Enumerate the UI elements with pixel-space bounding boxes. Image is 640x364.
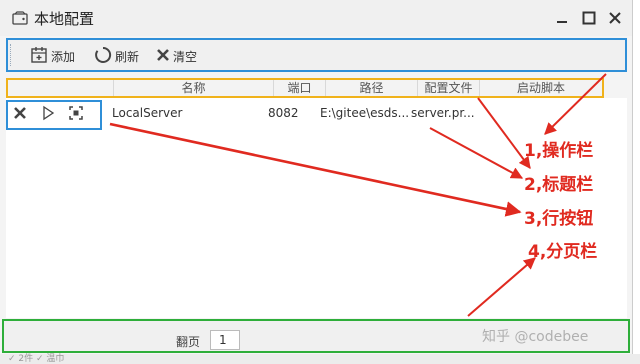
bottom-strip: [0, 354, 640, 364]
refresh-icon: [94, 46, 112, 67]
toolbar-grip[interactable]: [10, 44, 13, 66]
refresh-button[interactable]: 刷新: [94, 46, 139, 66]
annotation-header: 2,标题栏: [524, 175, 594, 195]
cell-path: E:\gitee\esds...: [320, 106, 410, 120]
toolbar: 添加 刷新 清空: [6, 38, 627, 72]
watermark: 知乎 @codebee: [482, 329, 589, 345]
row-buttons: [6, 100, 102, 130]
header-actions-spacer: [8, 80, 114, 96]
cell-name: LocalServer: [112, 106, 183, 120]
close-icon[interactable]: [606, 9, 624, 27]
header-path[interactable]: 路径: [326, 80, 418, 96]
refresh-label: 刷新: [115, 49, 140, 64]
cell-port: 8082: [268, 106, 299, 120]
delete-icon[interactable]: [12, 105, 28, 121]
page-input[interactable]: 1: [210, 330, 240, 350]
minimize-icon[interactable]: [553, 9, 571, 27]
window-icon: [12, 11, 28, 28]
annotation-toolbar: 1,操作栏: [524, 141, 594, 161]
clear-button[interactable]: 清空: [156, 46, 197, 66]
maximize-icon[interactable]: [580, 9, 598, 27]
header-port[interactable]: 端口: [274, 80, 326, 96]
play-icon[interactable]: [40, 105, 56, 121]
cell-config: server.pr...: [411, 106, 475, 120]
pager-label: 翻页: [176, 335, 201, 349]
annotation-row-buttons: 3,行按钮: [524, 209, 594, 229]
title-bar: 本地配置: [0, 0, 632, 36]
table-header: 名称 端口 路径 配置文件 启动脚本: [6, 78, 604, 98]
add-label: 添加: [51, 49, 76, 64]
header-name[interactable]: 名称: [114, 80, 274, 96]
clear-label: 清空: [173, 49, 198, 64]
header-start-script[interactable]: 启动脚本: [480, 80, 602, 96]
annotation-pager: 4,分页栏: [528, 242, 598, 262]
header-config[interactable]: 配置文件: [418, 80, 480, 96]
bottom-strip-text: ✓ 2件 ✓ 温巾: [8, 354, 65, 364]
add-button[interactable]: 添加: [30, 46, 75, 66]
clear-icon: [156, 48, 170, 65]
table-row[interactable]: LocalServer 8082 E:\gitee\esds... server…: [6, 100, 621, 130]
screenshot-icon[interactable]: [68, 105, 84, 121]
window-title: 本地配置: [34, 10, 95, 28]
calendar-add-icon: [30, 46, 48, 67]
